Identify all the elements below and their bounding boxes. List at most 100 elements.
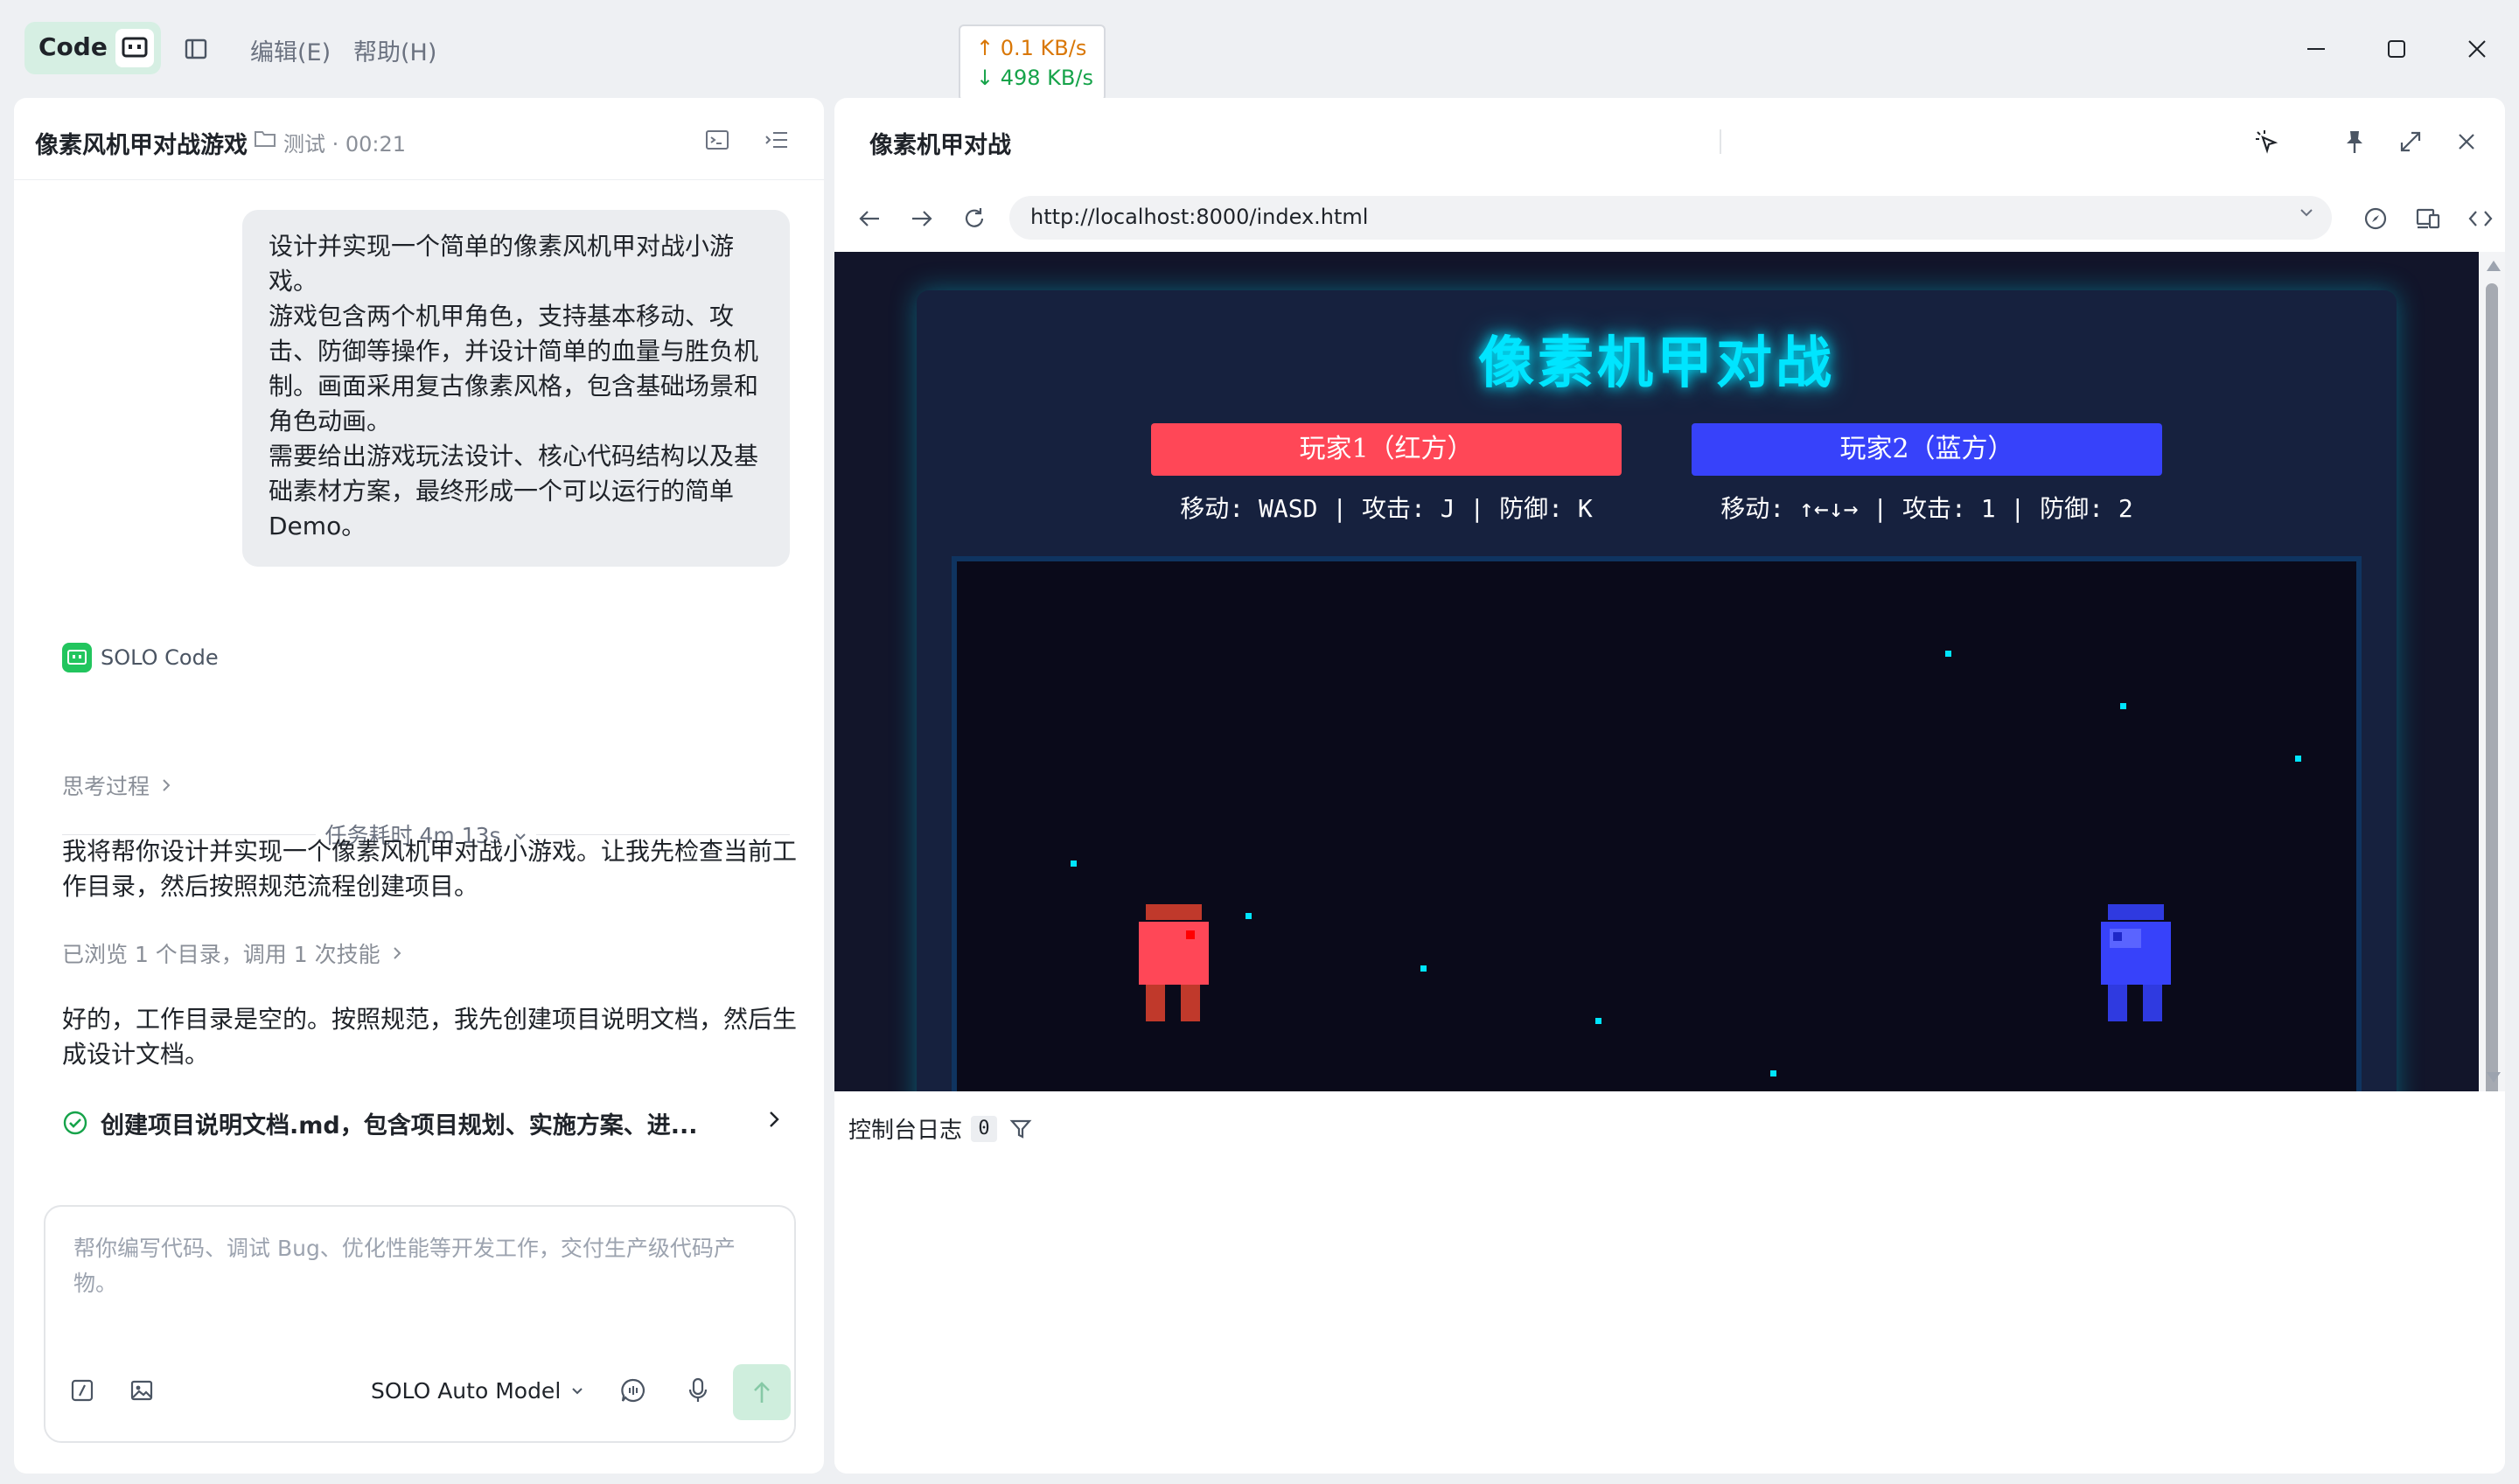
arrow-up-icon	[751, 1380, 772, 1404]
compass-icon[interactable]	[2356, 199, 2395, 238]
model-select[interactable]: SOLO Auto Model	[371, 1378, 583, 1404]
star-particle	[1420, 965, 1427, 972]
slash-command-icon[interactable]	[65, 1373, 100, 1408]
microphone-icon[interactable]	[680, 1373, 715, 1408]
mech-eye	[1186, 930, 1195, 939]
back-icon[interactable]	[850, 199, 889, 238]
close-preview-icon[interactable]	[2447, 122, 2486, 161]
agent-header: SOLO Code	[62, 640, 219, 675]
url-text[interactable]: http://localhost:8000/index.html	[1030, 205, 1368, 229]
star-particle	[1945, 651, 1951, 657]
toolbar-separator	[1720, 129, 1721, 154]
mech-head	[2108, 904, 2164, 920]
image-upload-icon[interactable]	[124, 1373, 159, 1408]
chat-input-box: SOLO Auto Model	[44, 1205, 796, 1443]
upload-speed: ↑ 0.1 KB/s	[976, 36, 1087, 60]
chevron-right-icon	[769, 1111, 779, 1128]
mech-eye	[2113, 932, 2122, 941]
game-container: 像素机甲对战 玩家1（红方） 玩家2（蓝方） 移动: WASD | 攻击: J …	[917, 290, 2397, 1091]
browser-viewport: 像素机甲对战 玩家1（红方） 玩家2（蓝方） 移动: WASD | 攻击: J …	[834, 252, 2479, 1091]
responsive-device-icon[interactable]	[2409, 199, 2447, 238]
viewport-scrollbar[interactable]	[2479, 252, 2505, 1156]
user-message-line: 游戏包含两个机甲角色，支持基本移动、攻击、防御等操作，并设计简单的血量与胜负机制…	[269, 302, 759, 435]
preview-panel: 像素机甲对战 http://localhost:8000/index.html …	[834, 98, 2505, 1474]
menu-edit[interactable]: 编辑(E)	[250, 33, 331, 67]
star-particle	[1595, 1018, 1601, 1024]
app-brand-label: Code	[38, 32, 108, 61]
code-view-icon[interactable]	[2461, 199, 2500, 238]
model-select-label: SOLO Auto Model	[371, 1378, 562, 1404]
title-bar: Code 编辑(E) 帮助(H) ↑ 0.1 KB/s ↓ 498 KB/s	[0, 0, 2519, 101]
player1-label: 玩家1（红方）	[1151, 423, 1622, 476]
console-label: 控制台日志	[848, 1118, 963, 1144]
assistant-paragraph: 我将帮你设计并实现一个像素风机甲对战小游戏。让我先检查当前工作目录，然后按照规范…	[62, 834, 797, 904]
user-message-line: 需要给出游戏玩法设计、核心代码结构以及基础素材方案，最终形成一个可以运行的简单 …	[269, 442, 759, 540]
player2-label: 玩家2（蓝方）	[1692, 423, 2162, 476]
app-brand[interactable]: Code	[24, 22, 161, 74]
task-item[interactable]: 创建项目说明文档.md，包含项目规划、实施方案、进...	[62, 1104, 790, 1142]
maximize-icon[interactable]	[2377, 30, 2416, 68]
browse-activity-toggle[interactable]: 已浏览 1 个目录，调用 1 次技能	[62, 937, 401, 969]
solo-mode-icon[interactable]	[115, 29, 154, 67]
agent-name: SOLO Code	[101, 645, 219, 670]
minimize-icon[interactable]	[2297, 30, 2335, 68]
chevron-right-icon	[162, 778, 171, 792]
chevron-down-icon	[571, 1387, 583, 1396]
player1-mech	[1139, 904, 1212, 1023]
chevron-right-icon	[393, 946, 401, 960]
terminal-icon[interactable]	[700, 122, 735, 157]
mech-leg	[2143, 985, 2162, 1021]
star-particle	[1246, 913, 1252, 919]
star-particle	[2295, 756, 2301, 762]
game-arena-canvas[interactable]	[952, 556, 2362, 1091]
thinking-process-toggle[interactable]: 思考过程	[62, 770, 171, 801]
chat-header: 像素风机甲对战游戏 测试 · 00:21	[14, 98, 824, 180]
player1-controls: 移动: WASD | 攻击: J | 防御: K	[1180, 494, 1593, 523]
close-window-icon[interactable]	[2458, 30, 2496, 68]
task-item-text: 创建项目说明文档.md，包含项目规划、实施方案、进...	[101, 1111, 698, 1139]
star-particle	[1071, 860, 1077, 867]
filter-icon[interactable]	[1009, 1118, 1032, 1140]
url-bar[interactable]: http://localhost:8000/index.html	[1009, 196, 2332, 240]
user-message-line: 设计并实现一个简单的像素风机甲对战小游戏。	[269, 232, 735, 296]
player2-mech	[2101, 904, 2174, 1023]
scroll-up-icon[interactable]	[2487, 261, 2501, 271]
mech-body	[1139, 922, 1209, 985]
assistant-paragraph-text: 好的，工作目录是空的。按照规范，我先创建项目说明文档，然后生成设计文档。	[62, 1005, 798, 1069]
project-title: 像素风机甲对战游戏	[35, 132, 248, 159]
chat-panel: 像素风机甲对战游戏 测试 · 00:21 设计并实现一个简单的像素风机甲对战小游…	[14, 98, 824, 1474]
session-info: 测试 · 00:21	[283, 132, 407, 157]
solo-code-logo-icon	[62, 643, 92, 672]
forward-icon[interactable]	[903, 199, 941, 238]
download-speed: ↓ 498 KB/s	[976, 66, 1093, 90]
thinking-process-label: 思考过程	[62, 774, 150, 799]
scrollbar-thumb[interactable]	[2486, 283, 2498, 1156]
assistant-paragraph: 好的，工作目录是空的。按照规范，我先创建项目说明文档，然后生成设计文档。	[62, 1002, 797, 1072]
chevron-down-icon[interactable]	[2299, 206, 2314, 219]
sidebar-toggle-icon[interactable]	[178, 31, 213, 66]
pin-icon[interactable]	[2335, 122, 2374, 161]
user-message-bubble: 设计并实现一个简单的像素风机甲对战小游戏。 游戏包含两个机甲角色，支持基本移动、…	[242, 210, 790, 567]
chat-input[interactable]	[72, 1230, 771, 1317]
send-button[interactable]	[733, 1364, 791, 1420]
folder-icon	[254, 128, 276, 149]
check-circle-icon	[62, 1110, 88, 1136]
console-count-badge: 0	[971, 1115, 998, 1142]
console-bar: 控制台日志 0	[834, 1091, 2505, 1474]
menu-help[interactable]: 帮助(H)	[353, 33, 436, 67]
scroll-down-icon[interactable]	[2487, 1072, 2501, 1083]
element-select-icon[interactable]	[2248, 122, 2286, 161]
expand-icon[interactable]	[2391, 122, 2430, 161]
mech-leg	[2108, 985, 2127, 1021]
console-toggle[interactable]: 控制台日志 0	[848, 1112, 1032, 1145]
network-speed-widget: ↑ 0.1 KB/s ↓ 498 KB/s	[959, 24, 1106, 101]
voice-chat-icon[interactable]	[616, 1373, 651, 1408]
outline-list-icon[interactable]	[759, 122, 794, 157]
refresh-icon[interactable]	[955, 199, 994, 238]
star-particle	[2120, 703, 2126, 709]
game-title: 像素机甲对战	[1478, 331, 1835, 396]
mech-leg	[1146, 985, 1165, 1021]
browse-activity-label: 已浏览 1 个目录，调用 1 次技能	[62, 942, 380, 967]
player2-controls: 移动: ↑←↓→ | 攻击: 1 | 防御: 2	[1720, 494, 2133, 523]
assistant-paragraph-text: 我将帮你设计并实现一个像素风机甲对战小游戏。让我先检查当前工作目录，然后按照规范…	[62, 837, 798, 901]
